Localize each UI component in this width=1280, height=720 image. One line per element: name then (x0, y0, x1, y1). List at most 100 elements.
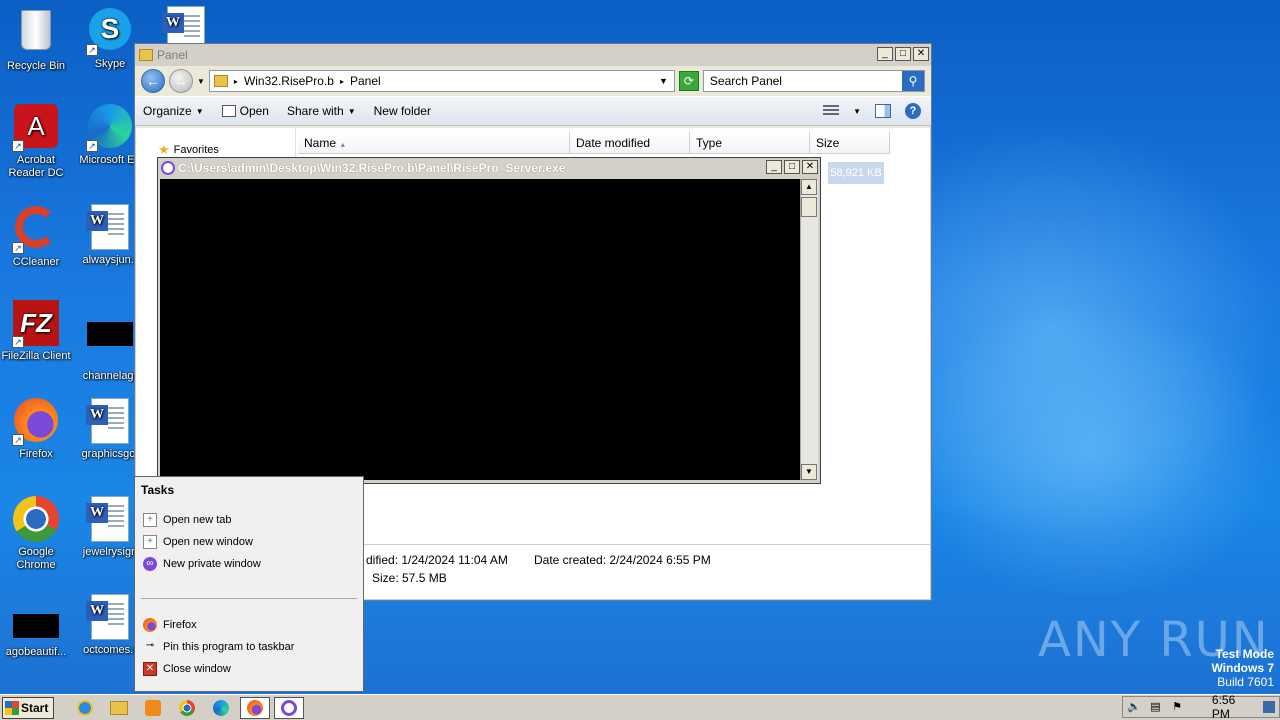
action-center-flag-icon[interactable]: ⚑ (1170, 700, 1184, 714)
organize-button[interactable]: Organize ▼ (143, 104, 204, 118)
skype-icon: S ↗ (86, 8, 134, 56)
window-title: Panel (157, 48, 188, 62)
icon-label: Google Chrome (16, 546, 56, 571)
build-label: Build 7601 (1217, 675, 1274, 689)
minimize-button[interactable]: _ (766, 160, 782, 174)
icon-label: Recycle Bin (6, 60, 66, 72)
chevron-down-icon[interactable]: ▼ (853, 107, 861, 116)
jump-list-item-new-window[interactable]: + Open new window (143, 535, 253, 549)
chevron-right-icon[interactable]: ▸ (234, 77, 238, 86)
address-bar[interactable]: ▸ Win32.RisePro.b ▸ Panel ▼ (208, 70, 675, 92)
desktop-icon-firefox[interactable]: ↗ Firefox (0, 398, 72, 461)
preview-pane-icon[interactable] (875, 104, 891, 118)
risepro-app-icon (281, 699, 297, 716)
icon-label: FileZilla Client (1, 350, 71, 362)
file-size-cell: 58,921 KB (828, 162, 884, 184)
breadcrumb-item[interactable]: Panel (350, 74, 381, 88)
desktop-icon-acrobat[interactable]: A ↗ Acrobat Reader DC (0, 104, 72, 180)
breadcrumb-item[interactable]: Win32.RisePro.b (244, 74, 334, 88)
column-header-name[interactable]: Name ▲ (298, 132, 570, 154)
taskbar-chrome[interactable] (172, 697, 202, 719)
jump-list-item-firefox[interactable]: Firefox (143, 618, 197, 632)
taskbar-media-player[interactable] (138, 697, 168, 719)
network-icon[interactable]: ▤ (1149, 700, 1163, 714)
folder-icon (139, 49, 153, 61)
filezilla-icon: FZ ↗ (12, 300, 60, 348)
chevron-down-icon[interactable]: ▼ (659, 76, 668, 86)
jump-list-item-new-tab[interactable]: + Open new tab (143, 513, 232, 527)
views-icon[interactable] (823, 105, 840, 117)
icon-label: CCleaner (12, 256, 60, 268)
pin-icon: ⊸ (145, 640, 155, 651)
taskbar-firefox[interactable] (240, 696, 270, 719)
acrobat-icon: A ↗ (12, 104, 60, 152)
taskbar-ie[interactable] (70, 697, 100, 719)
show-desktop-button[interactable] (1263, 701, 1276, 713)
search-icon[interactable]: ⚲ (902, 71, 924, 91)
desktop-icon-chrome[interactable]: Google Chrome (0, 496, 72, 572)
forward-button[interactable]: → (169, 69, 193, 93)
search-input[interactable]: Search Panel ⚲ (702, 70, 925, 92)
shortcut-arrow-icon: ↗ (12, 434, 24, 446)
share-with-button[interactable]: Share with ▼ (287, 104, 356, 118)
scroll-up-button[interactable]: ▲ (801, 179, 817, 195)
open-button[interactable]: Open (221, 104, 269, 118)
explorer-titlebar[interactable]: Panel _ □ ✕ (135, 44, 931, 66)
private-mask-icon: ∞ (143, 557, 157, 571)
column-header-type[interactable]: Type (690, 132, 810, 154)
test-mode-label: Test Mode (1215, 647, 1274, 661)
console-titlebar[interactable]: C:\Users\admin\Desktop\Win32.RisePro.b\P… (158, 158, 820, 178)
chevron-right-icon[interactable]: ▸ (340, 77, 344, 86)
clock[interactable]: 6:56 PM (1212, 693, 1255, 720)
jump-list-label: Open new tab (163, 514, 232, 526)
console-scrollbar[interactable]: ▲ ▼ (800, 179, 818, 480)
jump-list-item-private-window[interactable]: ∞ New private window (143, 557, 261, 571)
maximize-button[interactable]: □ (895, 47, 911, 61)
scroll-down-button[interactable]: ▼ (801, 464, 817, 480)
open-icon (221, 105, 236, 117)
console-title: C:\Users\admin\Desktop\Win32.RisePro.b\P… (178, 161, 566, 175)
back-button[interactable]: ← (141, 69, 165, 93)
sort-up-icon: ▲ (339, 142, 347, 149)
column-header-date[interactable]: Date modified (570, 132, 690, 154)
scroll-thumb[interactable] (801, 197, 817, 217)
recent-pages-dropdown[interactable]: ▼ (197, 77, 205, 86)
close-button[interactable]: ✕ (802, 160, 818, 174)
shortcut-arrow-icon: ↗ (12, 336, 24, 348)
start-button[interactable]: Start (2, 696, 54, 719)
nav-item-favorites[interactable]: ★ Favorites (158, 142, 219, 158)
refresh-button[interactable]: ⟳ (678, 71, 699, 91)
new-folder-button[interactable]: New folder (374, 104, 431, 118)
icon-label: Firefox (19, 448, 53, 460)
word-doc-icon (86, 398, 134, 446)
plus-icon: + (143, 535, 157, 549)
volume-icon[interactable]: 🔈 (1127, 700, 1141, 714)
jump-list-label: Close window (163, 663, 231, 675)
console-window[interactable]: C:\Users\admin\Desktop\Win32.RisePro.b\P… (157, 157, 821, 484)
maximize-button[interactable]: □ (784, 160, 800, 174)
icon-label: agobeautif... (5, 646, 67, 658)
jump-list-item-close[interactable]: ✕ Close window (143, 662, 231, 676)
desktop-icon-recycle-bin[interactable]: Recycle Bin (0, 6, 72, 73)
folder-icon (110, 700, 128, 715)
taskbar-risepro[interactable] (274, 696, 304, 719)
chevron-down-icon: ▼ (347, 106, 356, 116)
ccleaner-icon: ↗ (12, 206, 60, 254)
minimize-button[interactable]: _ (877, 47, 893, 61)
organize-label: Organize (143, 104, 192, 118)
new-folder-label: New folder (373, 104, 431, 118)
column-header-size[interactable]: Size (810, 132, 890, 154)
taskbar-explorer[interactable] (104, 697, 134, 719)
desktop-icon-ccleaner[interactable]: ↗ CCleaner (0, 204, 72, 269)
jump-list-header: Tasks (141, 483, 175, 497)
help-icon[interactable]: ? (905, 103, 921, 119)
folder-icon (213, 75, 228, 87)
jump-list-item-pin[interactable]: ⊸ Pin this program to taskbar (143, 640, 295, 654)
taskbar-edge[interactable] (206, 697, 236, 719)
desktop-icon-filezilla[interactable]: FZ ↗ FileZilla Client (0, 300, 72, 363)
desktop-icon-agobeautif[interactable]: agobeautif... (0, 604, 72, 659)
close-button[interactable]: ✕ (913, 47, 929, 61)
window-controls: _ □ ✕ (877, 47, 929, 61)
firefox-icon (143, 618, 157, 632)
console-output[interactable] (160, 179, 800, 480)
